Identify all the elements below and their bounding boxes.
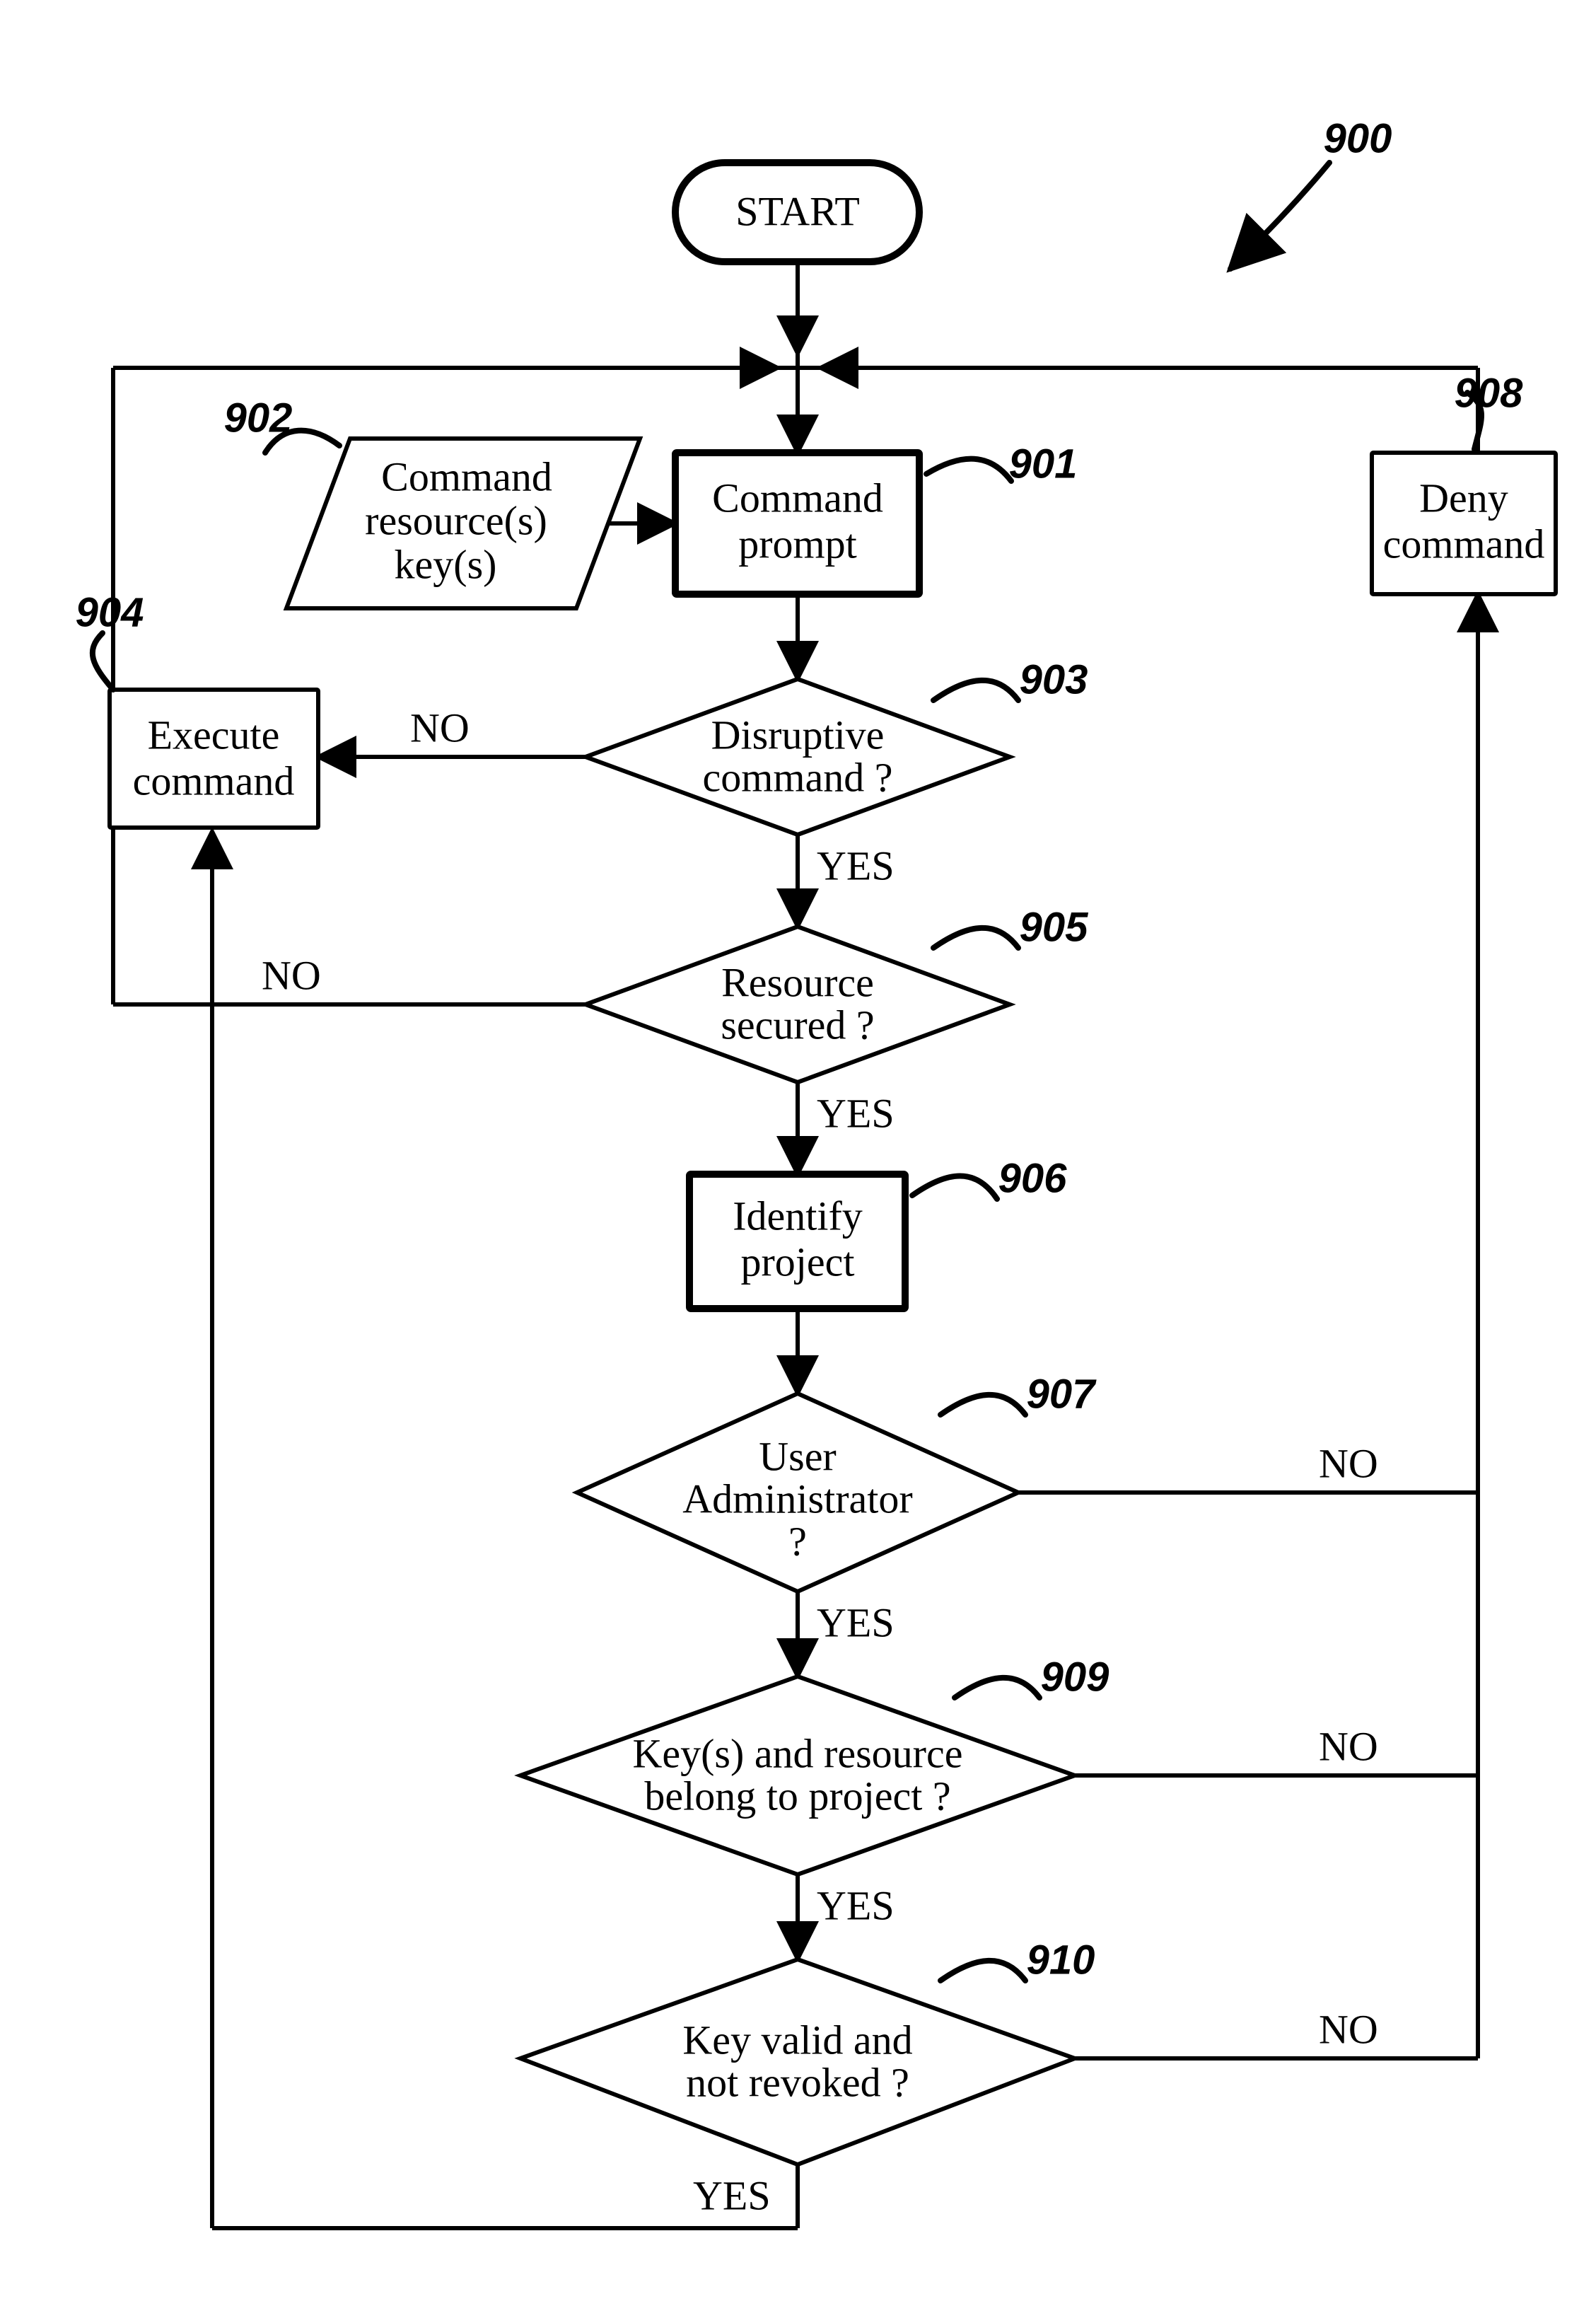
node-909-line1: Key(s) and resource: [632, 1730, 962, 1776]
node-910-line1: Key valid and: [682, 2017, 912, 2063]
node-907: User Administrator ?: [577, 1393, 1018, 1592]
node-start: START: [675, 163, 919, 262]
node-904-line1: Execute: [148, 712, 280, 758]
node-907-line3: ?: [788, 1518, 807, 1564]
ref-905: 905: [1020, 904, 1089, 950]
node-906-line1: Identify: [733, 1193, 863, 1239]
edge-label-905-no: NO: [262, 952, 321, 998]
edge-label-903-no: NO: [410, 705, 470, 751]
node-909: Key(s) and resource belong to project ?: [520, 1676, 1075, 1874]
node-909-line2: belong to project ?: [644, 1773, 950, 1819]
edge-label-910-yes: YES: [693, 2172, 771, 2218]
ref-903: 903: [1020, 656, 1088, 702]
ref-904: 904: [76, 589, 144, 635]
node-903-line2: command ?: [703, 754, 893, 800]
node-908-line1: Deny: [1419, 475, 1508, 521]
node-901-line1: Command: [712, 475, 883, 521]
node-905-line2: secured ?: [721, 1002, 874, 1048]
node-903-line1: Disruptive: [711, 712, 885, 758]
leader-906: [912, 1176, 997, 1200]
ref-910: 910: [1027, 1937, 1095, 1983]
leader-910: [940, 1961, 1025, 1981]
node-910-line2: not revoked ?: [686, 2059, 909, 2105]
edge-label-910-no: NO: [1319, 2006, 1378, 2052]
leader-903: [933, 680, 1018, 700]
edge-label-907-yes: YES: [817, 1599, 895, 1645]
leader-909: [955, 1678, 1039, 1698]
ref-906: 906: [998, 1155, 1068, 1201]
node-903: Disruptive command ?: [586, 679, 1010, 835]
node-905: Resource secured ?: [586, 927, 1010, 1082]
node-908: Deny command: [1372, 453, 1556, 594]
node-907-line1: User: [759, 1433, 837, 1479]
node-908-line2: command: [1383, 521, 1545, 567]
node-910: Key valid and not revoked ?: [520, 1959, 1075, 2165]
node-906: Identify project: [689, 1174, 905, 1309]
node-907-line2: Administrator: [682, 1476, 912, 1522]
edge-label-907-no: NO: [1319, 1440, 1378, 1486]
ref-908: 908: [1455, 370, 1524, 416]
edge-label-903-yes: YES: [817, 842, 895, 888]
leader-907: [940, 1395, 1025, 1415]
ref-909: 909: [1041, 1654, 1109, 1700]
node-901-line2: prompt: [738, 521, 857, 567]
node-902-line1: Command: [381, 453, 552, 499]
node-904-line2: command: [133, 758, 295, 804]
flowchart-diagram: NO YES NO YES NO YES NO YES NO YES START: [0, 0, 1596, 2318]
ref-902: 902: [224, 395, 293, 441]
leader-905: [933, 928, 1018, 948]
node-901: Command prompt: [675, 453, 919, 594]
leader-904: [93, 633, 113, 690]
node-906-line2: project: [740, 1239, 854, 1285]
node-902: Command resource(s) key(s): [286, 439, 640, 608]
leader-900: [1230, 163, 1329, 269]
node-902-line2: resource(s): [365, 497, 547, 543]
node-904: Execute command: [110, 690, 318, 828]
node-902-line3: key(s): [395, 541, 497, 587]
node-start-text: START: [735, 188, 860, 234]
edge-label-909-no: NO: [1319, 1723, 1378, 1769]
ref-901: 901: [1009, 441, 1078, 487]
ref-907: 907: [1027, 1371, 1097, 1417]
edge-label-905-yes: YES: [817, 1090, 895, 1136]
node-905-line1: Resource: [721, 959, 874, 1005]
ref-900: 900: [1324, 115, 1392, 161]
leader-901: [926, 459, 1011, 481]
edge-label-909-yes: YES: [817, 1882, 895, 1928]
